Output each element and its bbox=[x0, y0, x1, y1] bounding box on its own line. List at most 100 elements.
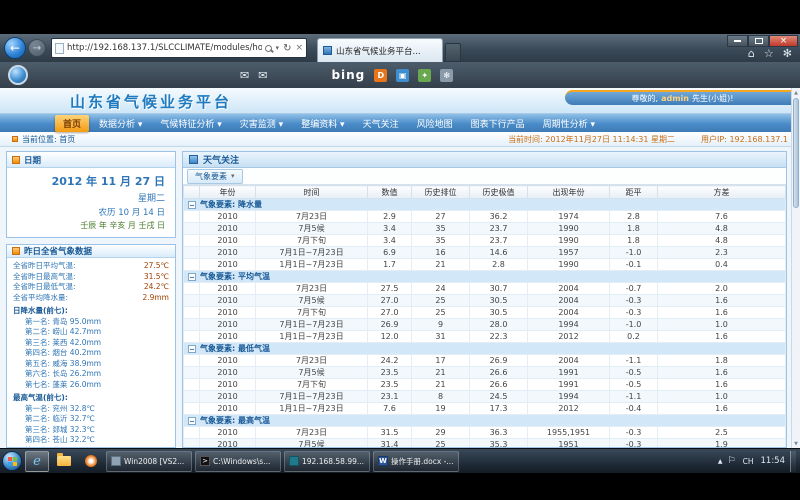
media-player-taskbar-button[interactable] bbox=[79, 451, 103, 472]
table-row[interactable]: 20101月1日~7月23日12.03122.320120.21.6 bbox=[184, 331, 786, 343]
weather-table: 年份时间数值历史排位历史极值出现年份距平方差 气象要素: 降水量20107月23… bbox=[183, 185, 786, 447]
favorites-star-icon[interactable]: ☆ bbox=[764, 47, 774, 60]
home-icon[interactable]: ⌂ bbox=[748, 47, 755, 60]
table-cell: 7.6 bbox=[368, 403, 412, 415]
nav-item-7[interactable]: 风险地图 bbox=[409, 115, 461, 132]
search-icon[interactable] bbox=[265, 45, 272, 52]
window-button-label: 192.168.58.99... bbox=[302, 457, 364, 466]
scroll-up-icon[interactable]: ▲ bbox=[792, 88, 800, 97]
bing-logo[interactable]: bing bbox=[331, 68, 365, 82]
address-bar[interactable]: http://192.168.137.1/SLCCLIMATE/modules/… bbox=[51, 38, 307, 58]
scrollbar-thumb[interactable] bbox=[793, 98, 799, 208]
nav-item-9[interactable]: 周期性分析 ▾ bbox=[535, 115, 603, 132]
url-text[interactable]: http://192.168.137.1/SLCCLIMATE/modules/… bbox=[67, 43, 262, 53]
group-row[interactable]: 气象要素: 最低气温 bbox=[184, 343, 786, 355]
table-cell: 1.6 bbox=[658, 367, 786, 379]
table-row[interactable]: 20107月5候31.42535.31951-0.31.9 bbox=[184, 439, 786, 448]
group-row[interactable]: 气象要素: 平均气温 bbox=[184, 271, 786, 283]
share-icon[interactable]: ✻ bbox=[440, 69, 453, 82]
maximize-icon bbox=[755, 38, 763, 44]
table-cell: 30.5 bbox=[470, 295, 528, 307]
element-filter-button[interactable]: 气象要素 ▾ bbox=[187, 169, 243, 184]
toolbar-logo-icon[interactable] bbox=[8, 65, 28, 85]
browser-tab[interactable]: 山东省气候业务平台... bbox=[317, 38, 443, 62]
table-row[interactable]: 20107月1日~7月23日23.1824.51994-1.11.0 bbox=[184, 391, 786, 403]
table-row[interactable]: 20107月下旬3.43523.719901.84.8 bbox=[184, 235, 786, 247]
nav-item-4[interactable]: 灾害监测 ▾ bbox=[232, 115, 291, 132]
clock[interactable]: 11:54 bbox=[761, 456, 786, 466]
collapse-icon[interactable] bbox=[188, 273, 196, 281]
people-icon[interactable]: ✦ bbox=[418, 69, 431, 82]
tools-gear-icon[interactable]: ✻ bbox=[783, 47, 792, 60]
table-cell: -0.5 bbox=[610, 367, 658, 379]
table-row[interactable]: 20107月下旬23.52126.61991-0.51.6 bbox=[184, 379, 786, 391]
chevron-down-icon[interactable]: ▾ bbox=[276, 44, 280, 52]
table-row[interactable]: 20107月23日2.92736.219742.87.6 bbox=[184, 211, 786, 223]
msn-tile-icon[interactable]: D bbox=[374, 69, 387, 82]
welcome-suffix: 先生(小姐)! bbox=[692, 93, 733, 104]
table-cell: 35 bbox=[412, 235, 470, 247]
send-mail-icon[interactable]: ✉ bbox=[258, 69, 267, 82]
word-window-button[interactable]: W操作手册.docx -... bbox=[373, 451, 459, 472]
table-cell: 1974 bbox=[528, 211, 610, 223]
explorer-taskbar-button[interactable] bbox=[52, 451, 76, 472]
back-button[interactable]: ← bbox=[4, 37, 26, 59]
column-header: 数值 bbox=[368, 186, 412, 199]
close-button[interactable]: × bbox=[769, 35, 798, 47]
table-row[interactable]: 20107月1日~7月23日6.91614.61957-1.02.3 bbox=[184, 247, 786, 259]
collapse-icon[interactable] bbox=[188, 201, 196, 209]
lunar-date-line: 农历 10 月 14 日 bbox=[17, 206, 165, 218]
table-cell: 1.8 bbox=[610, 223, 658, 235]
action-center-flag-icon[interactable]: ⚐ bbox=[728, 456, 736, 466]
scroll-down-icon[interactable]: ▼ bbox=[792, 439, 800, 448]
window-button-label: 操作手册.docx -... bbox=[391, 456, 454, 467]
language-indicator[interactable]: CH bbox=[741, 457, 756, 466]
photos-icon[interactable]: ▣ bbox=[396, 69, 409, 82]
page-scrollbar[interactable]: ▲ ▼ bbox=[791, 88, 800, 448]
table-cell: 2010 bbox=[200, 403, 256, 415]
remote-window-button[interactable]: 192.168.58.99... bbox=[284, 451, 370, 472]
collapse-icon[interactable] bbox=[188, 345, 196, 353]
table-row[interactable]: 20107月23日31.52936.31955,1951-0.32.5 bbox=[184, 427, 786, 439]
console-window-button[interactable]: >C:\Windows\s... bbox=[195, 451, 281, 472]
table-row[interactable]: 20101月1日~7月23日7.61917.32012-0.41.6 bbox=[184, 403, 786, 415]
maximize-button[interactable] bbox=[748, 35, 769, 47]
minimize-button[interactable] bbox=[727, 35, 748, 47]
ie-taskbar-button[interactable]: e bbox=[25, 451, 49, 472]
row-indent-cell bbox=[184, 367, 200, 379]
nav-item-1[interactable]: 首页 bbox=[55, 115, 89, 132]
table-cell: 1.8 bbox=[610, 235, 658, 247]
table-row[interactable]: 20107月23日27.52430.72004-0.72.0 bbox=[184, 283, 786, 295]
group-row[interactable]: 气象要素: 降水量 bbox=[184, 199, 786, 211]
weekday-line: 星期二 bbox=[17, 191, 165, 204]
table-row[interactable]: 20107月下旬27.02530.52004-0.31.6 bbox=[184, 307, 786, 319]
mail-icon[interactable]: ✉ bbox=[240, 69, 249, 82]
show-desktop-button[interactable] bbox=[790, 451, 796, 472]
row-indent-cell bbox=[184, 283, 200, 295]
nav-item-5[interactable]: 整编资料 ▾ bbox=[293, 115, 352, 132]
table-row[interactable]: 20107月5候23.52126.61991-0.51.6 bbox=[184, 367, 786, 379]
group-row[interactable]: 气象要素: 最高气温 bbox=[184, 415, 786, 427]
table-row[interactable]: 20107月5候27.02530.52004-0.31.6 bbox=[184, 295, 786, 307]
table-row[interactable]: 20107月5候3.43523.719901.84.8 bbox=[184, 223, 786, 235]
forward-button[interactable]: → bbox=[28, 39, 46, 57]
table-cell: 7月5候 bbox=[256, 367, 368, 379]
nav-item-2[interactable]: 数据分析 ▾ bbox=[91, 115, 150, 132]
nav-item-6[interactable]: 天气关注 bbox=[355, 115, 407, 132]
new-tab-button[interactable] bbox=[445, 43, 461, 62]
vm-window-button[interactable]: Win2008 [VS2... bbox=[106, 451, 192, 472]
table-row[interactable]: 20107月1日~7月23日26.9928.01994-1.01.0 bbox=[184, 319, 786, 331]
nav-item-3[interactable]: 气候特征分析 ▾ bbox=[152, 115, 229, 132]
table-row[interactable]: 20107月23日24.21726.92004-1.11.8 bbox=[184, 355, 786, 367]
table-row[interactable]: 20101月1日~7月23日1.7212.81990-0.10.4 bbox=[184, 259, 786, 271]
stat-value: 2.9mm bbox=[142, 293, 169, 304]
table-cell: 7月下旬 bbox=[256, 379, 368, 391]
stop-icon[interactable]: × bbox=[295, 43, 303, 53]
start-button[interactable] bbox=[2, 451, 22, 471]
table-cell: 1990 bbox=[528, 235, 610, 247]
collapse-icon[interactable] bbox=[188, 417, 196, 425]
column-header: 方差 bbox=[658, 186, 786, 199]
refresh-icon[interactable]: ↻ bbox=[283, 43, 291, 54]
nav-item-8[interactable]: 图表下行产品 bbox=[463, 115, 533, 132]
tray-expand-icon[interactable]: ▲ bbox=[718, 458, 723, 465]
